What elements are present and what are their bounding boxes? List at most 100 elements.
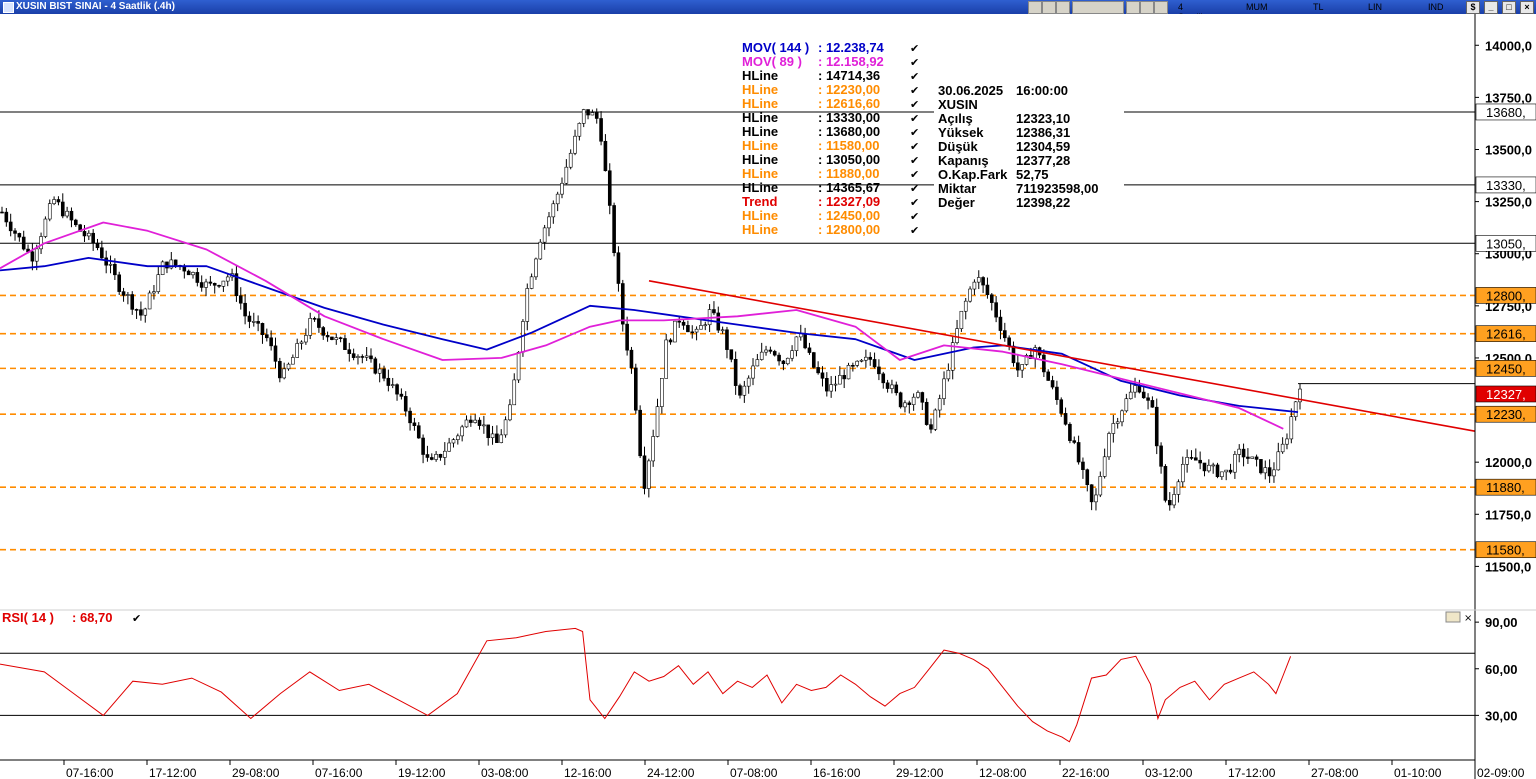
candle-body — [803, 333, 807, 349]
time-tick-label: 17-12:00 — [149, 766, 197, 779]
indicator-selector[interactable]: IND — [1428, 2, 1444, 12]
candle-body — [933, 409, 938, 430]
candle-body — [1068, 423, 1072, 441]
time-tick-label: 22-16:00 — [1062, 766, 1110, 779]
candle-body — [100, 247, 104, 259]
candle-body — [143, 308, 148, 316]
scale-selector[interactable]: LIN — [1368, 2, 1382, 12]
legend-value: : 14714,36 — [818, 68, 880, 83]
candle-body — [317, 318, 321, 328]
legend-edit-icon: ✔ — [910, 98, 919, 111]
candle-body — [1159, 445, 1163, 467]
chart-canvas[interactable]: 14000,013750,013500,013250,013000,012750… — [0, 14, 1536, 779]
price-tick-label: 11750,0 — [1485, 507, 1531, 522]
rsi-edit-icon: ✔ — [132, 612, 141, 625]
currency-selector[interactable]: TL — [1313, 2, 1324, 12]
legend-value: : 14365,67 — [818, 180, 880, 195]
candle-body — [113, 263, 117, 276]
candle-body — [126, 294, 130, 296]
candle-body — [1003, 330, 1007, 339]
candle-body — [1263, 467, 1268, 474]
time-tick-label: 19-12:00 — [398, 766, 446, 779]
candle-body — [291, 357, 295, 365]
toolbar-tool-icon[interactable] — [1028, 1, 1042, 14]
time-tick-label: 29-08:00 — [232, 766, 280, 779]
candle-body — [247, 315, 252, 322]
toolbar-tool-icon[interactable] — [1154, 1, 1168, 14]
candle-body — [1254, 456, 1259, 460]
time-tick-label: 02-09:00 — [1477, 766, 1525, 779]
candle-body — [191, 272, 195, 276]
toolbar-field[interactable] — [1072, 1, 1124, 14]
candle-body — [1276, 451, 1281, 471]
candle-body — [503, 419, 508, 436]
candle-body — [403, 396, 408, 412]
candle-body — [673, 320, 677, 343]
toolbar-tool-icon[interactable] — [1126, 1, 1140, 14]
candle-body — [1176, 481, 1181, 495]
candle-body — [998, 316, 1003, 331]
candle-body — [568, 152, 573, 168]
legend-value: : 12616,60 — [818, 96, 880, 111]
toolbar-tool-icon[interactable] — [1042, 1, 1056, 14]
candle-body — [43, 218, 48, 237]
price-tick-label: 11500,0 — [1485, 559, 1531, 574]
candle-body — [286, 363, 291, 370]
chart-type-selector[interactable]: MUM — [1246, 2, 1268, 12]
candle-body — [1128, 391, 1133, 400]
candle-body — [903, 402, 907, 408]
candle-body — [260, 323, 265, 336]
candle-body — [581, 109, 586, 124]
close-icon[interactable]: × — [1520, 1, 1534, 14]
candle-body — [1189, 457, 1194, 459]
candle-body — [829, 384, 833, 392]
toolbar-tool-icon[interactable] — [1056, 1, 1070, 14]
candle-body — [942, 378, 946, 399]
candle-body — [603, 140, 608, 172]
candle-body — [547, 216, 551, 229]
candle-body — [416, 425, 421, 439]
candle-body — [47, 203, 52, 220]
candle-body — [1250, 456, 1255, 459]
info-symbol: XUSIN — [938, 97, 978, 112]
legend-name: HLine — [742, 180, 778, 195]
candle-body — [295, 343, 299, 358]
candle-body — [1050, 380, 1055, 388]
candle-body — [937, 398, 942, 411]
candle-body — [516, 351, 521, 381]
level-tag-label: 13050, — [1486, 236, 1526, 251]
candle-body — [872, 359, 877, 368]
candle-body — [920, 392, 925, 403]
help-icon[interactable]: $ — [1466, 1, 1480, 14]
candle-body — [160, 261, 165, 275]
candle-body — [759, 351, 764, 360]
candle-body — [199, 282, 204, 288]
legend-name: HLine — [742, 82, 778, 97]
level-tag-label: 12230, — [1486, 407, 1526, 422]
info-label: O.Kap.Fark — [938, 167, 1008, 182]
candle-body — [972, 281, 977, 290]
app-icon — [3, 2, 14, 13]
candle-body — [612, 205, 616, 254]
candle-body — [864, 356, 868, 361]
minimize-icon[interactable]: _ — [1484, 1, 1498, 14]
candle-body — [377, 368, 382, 374]
candle-body — [833, 383, 838, 386]
candle-body — [4, 211, 9, 223]
candle-body — [1280, 443, 1285, 453]
candle-body — [204, 281, 208, 288]
candle-body — [620, 283, 625, 325]
candle-body — [8, 221, 13, 232]
candle-body — [338, 337, 343, 339]
candle-body — [790, 350, 794, 359]
candle-body — [755, 359, 760, 367]
candle-body — [469, 419, 473, 423]
time-tick-label: 27-08:00 — [1311, 766, 1359, 779]
toolbar-tool-icon[interactable] — [1140, 1, 1154, 14]
candle-body — [963, 300, 968, 312]
candle-body — [820, 372, 825, 379]
candle-body — [486, 424, 491, 439]
restore-icon[interactable]: □ — [1502, 1, 1516, 14]
candle-body — [1194, 457, 1198, 461]
candle-body — [382, 368, 386, 379]
